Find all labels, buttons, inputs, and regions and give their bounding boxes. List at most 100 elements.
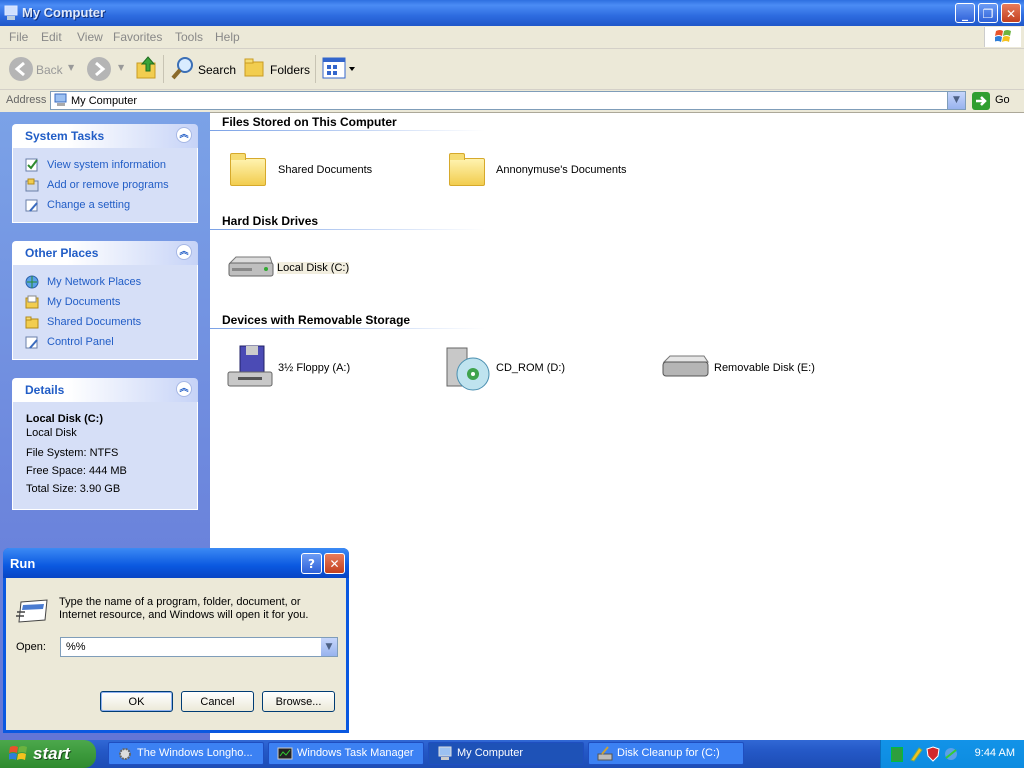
run-dialog: Run ? ✕ Type the name of a program, fold… [3, 548, 349, 733]
views-icon[interactable] [322, 57, 356, 81]
taskbar-item-task-manager[interactable]: Windows Task Manager [268, 742, 424, 765]
task-label: Windows Task Manager [297, 747, 414, 759]
open-input-value: %% [66, 641, 86, 653]
my-documents-link[interactable]: My Documents [25, 292, 197, 312]
window-title: My Computer [22, 5, 106, 20]
cd-rom-d-item[interactable]: CD_ROM (D:) [443, 344, 633, 392]
my-computer-icon [54, 93, 67, 106]
tray-app-icon[interactable] [891, 747, 903, 762]
open-dropdown-icon[interactable]: ▼ [321, 638, 337, 656]
cancel-button[interactable]: Cancel [181, 691, 254, 712]
up-folder-icon[interactable] [135, 55, 159, 81]
browse-button[interactable]: Browse... [262, 691, 335, 712]
open-combobox[interactable]: %% ▼ [60, 637, 338, 657]
details-header[interactable]: Details ︽ [12, 378, 198, 402]
my-documents-icon [25, 295, 39, 309]
search-label[interactable]: Search [198, 63, 236, 77]
system-tray: 9:44 AM [880, 740, 1024, 768]
menu-tools[interactable]: Tools [175, 30, 203, 44]
system-tasks-body: View system information Add or remove pr… [12, 148, 198, 223]
close-button[interactable]: ✕ [1001, 3, 1021, 23]
collapse-chevron-icon[interactable]: ︽ [176, 244, 192, 260]
add-remove-programs-link[interactable]: Add or remove programs [25, 175, 197, 195]
item-label: Annonymuse's Documents [496, 164, 627, 176]
address-dropdown-icon[interactable]: ▼ [947, 92, 965, 109]
run-dialog-body: Type the name of a program, folder, docu… [6, 578, 346, 730]
folder-icon [449, 153, 485, 186]
group-header-files: Files Stored on This Computer [222, 115, 397, 129]
ok-button[interactable]: OK [100, 691, 173, 712]
group-header-hard-disks: Hard Disk Drives [222, 214, 319, 228]
control-panel-link[interactable]: Control Panel [25, 332, 197, 352]
link-label: My Documents [47, 296, 121, 308]
address-input[interactable]: My Computer ▼ [50, 91, 966, 110]
floppy-a-item[interactable]: 3½ Floppy (A:) [226, 344, 416, 392]
network-places-icon [25, 275, 39, 289]
item-label: Removable Disk (E:) [714, 362, 815, 374]
forward-button[interactable] [87, 57, 111, 81]
link-label: Shared Documents [47, 316, 142, 328]
user-documents-item[interactable]: Annonymuse's Documents [447, 150, 667, 190]
taskbar-item-longhorn[interactable]: The Windows Longho... [108, 742, 264, 765]
menu-file[interactable]: File [9, 30, 28, 44]
local-disk-c-item[interactable]: Local Disk (C:) [226, 252, 386, 286]
link-label: Control Panel [47, 336, 114, 348]
close-button[interactable]: ✕ [324, 553, 345, 574]
network-connection-icon[interactable] [943, 746, 959, 762]
menu-view[interactable]: View [77, 30, 103, 44]
item-label: Local Disk (C:) [277, 262, 350, 274]
cd-drive-icon [446, 347, 490, 391]
change-setting-link[interactable]: Change a setting [25, 195, 197, 215]
shared-documents-item[interactable]: Shared Documents [228, 150, 438, 190]
go-arrow-icon[interactable] [972, 92, 990, 110]
tray-pen-icon[interactable] [909, 746, 923, 762]
other-places-header[interactable]: Other Places ︽ [12, 241, 198, 265]
folders-icon[interactable] [243, 56, 267, 80]
group-divider [210, 328, 485, 329]
other-places-title: Other Places [25, 246, 99, 260]
my-computer-icon [438, 746, 452, 760]
run-dialog-title-bar[interactable]: Run ? ✕ [3, 548, 349, 578]
security-shield-icon[interactable] [926, 746, 940, 762]
other-places-body: My Network Places My Documents Shared Do… [12, 265, 198, 360]
floppy-drive-icon [227, 345, 273, 387]
toolbar-separator [163, 55, 164, 83]
removable-disk-e-item[interactable]: Removable Disk (E:) [660, 350, 850, 386]
menu-favorites[interactable]: Favorites [113, 30, 162, 44]
group-divider [210, 130, 485, 131]
removable-drive-icon [662, 355, 709, 377]
taskbar-item-disk-cleanup[interactable]: Disk Cleanup for (C:) [588, 742, 744, 765]
folders-label[interactable]: Folders [270, 63, 310, 77]
title-bar[interactable]: My Computer _ ❐ ✕ [0, 0, 1024, 26]
address-label: Address [6, 94, 47, 106]
collapse-chevron-icon[interactable]: ︽ [176, 127, 192, 143]
collapse-chevron-icon[interactable]: ︽ [176, 381, 192, 397]
go-button[interactable]: Go [995, 94, 1010, 106]
forward-dropdown-icon[interactable]: ▼ [118, 63, 124, 72]
item-label: 3½ Floppy (A:) [278, 362, 351, 374]
details-type: Local Disk [26, 427, 77, 439]
taskbar: start The Windows Longho... Windows Task… [0, 740, 1024, 768]
restore-button[interactable]: ❐ [978, 3, 998, 23]
folder-icon [230, 153, 266, 186]
other-places-panel: Other Places ︽ My Network Places My Docu… [12, 241, 198, 360]
gear-icon [119, 748, 131, 760]
help-button[interactable]: ? [301, 553, 322, 574]
my-network-places-link[interactable]: My Network Places [25, 272, 197, 292]
link-label: My Network Places [47, 276, 142, 288]
back-arrow-icon [14, 61, 25, 77]
menu-help[interactable]: Help [215, 30, 240, 44]
view-system-information-link[interactable]: View system information [25, 155, 197, 175]
menu-edit[interactable]: Edit [41, 30, 62, 44]
back-button[interactable] [9, 57, 33, 81]
taskbar-item-my-computer[interactable]: My Computer [428, 742, 584, 765]
system-tasks-header[interactable]: System Tasks ︽ [12, 124, 198, 148]
minimize-button[interactable]: _ [955, 3, 975, 23]
start-button[interactable]: start [0, 740, 96, 768]
back-dropdown-icon[interactable]: ▼ [68, 63, 74, 72]
search-icon[interactable] [170, 55, 196, 81]
control-panel-icon [25, 336, 38, 349]
shared-documents-link[interactable]: Shared Documents [25, 312, 197, 332]
details-free-space: Free Space: 444 MB [26, 465, 127, 477]
group-divider [210, 229, 485, 230]
